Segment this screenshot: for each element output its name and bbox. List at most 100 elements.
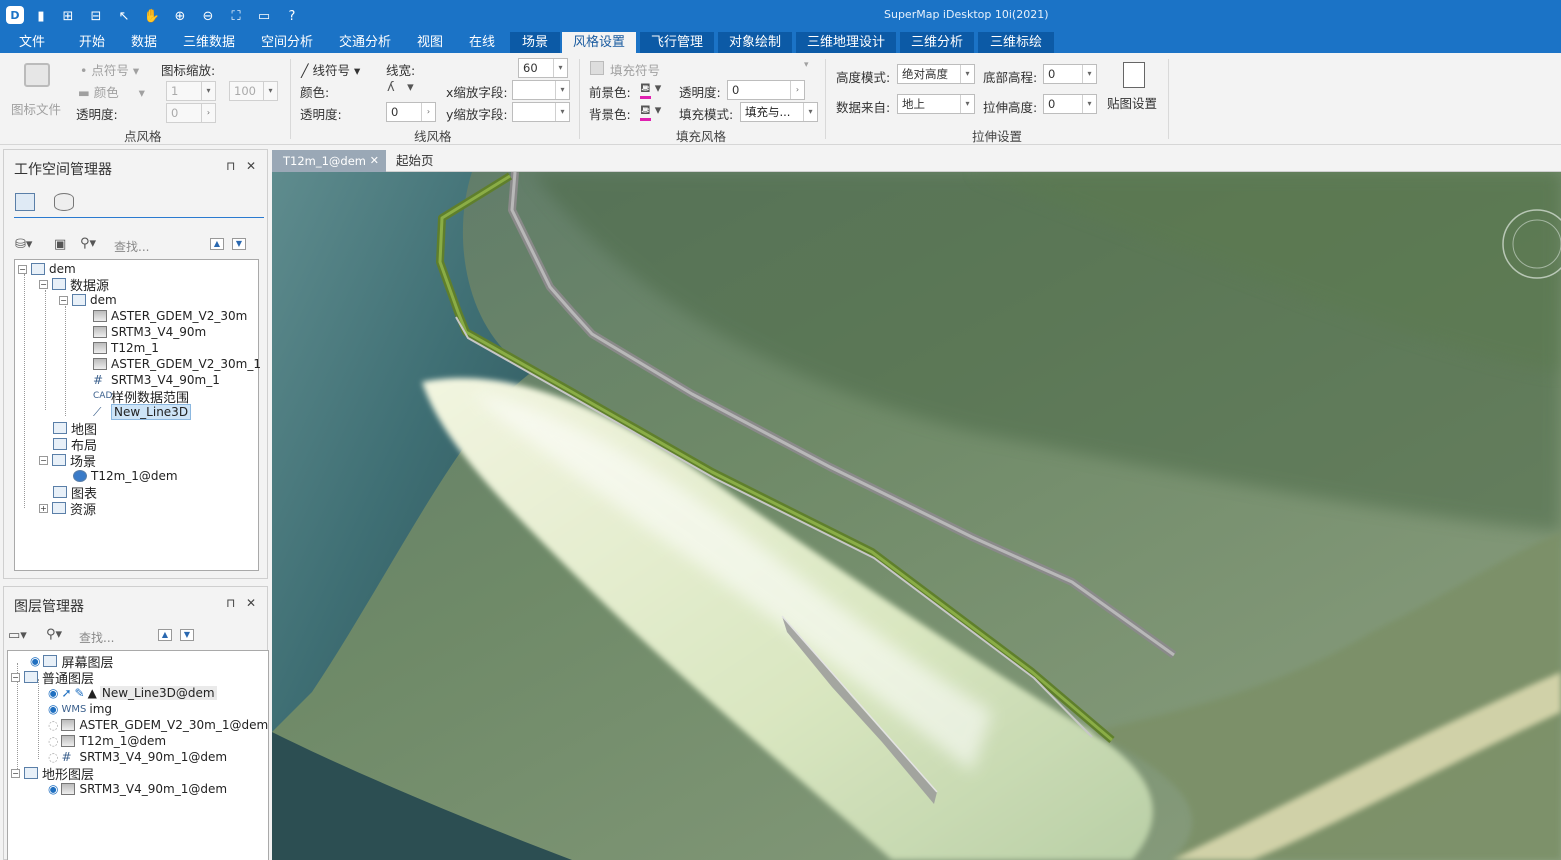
layer-item-img[interactable]: ◉ WMS img — [48, 701, 112, 717]
tree-dataset[interactable]: CAD 样例数据范围 — [93, 388, 189, 406]
layer-item-new-line3d[interactable]: ◉ ➚ ✎ ▲ New_Line3D@dem — [48, 685, 217, 701]
layer-group-terrain[interactable]: − 地形图层 — [11, 765, 94, 783]
visible-eye-icon[interactable]: ◉ — [30, 654, 40, 668]
fill-mode-select[interactable]: 填充与... ▾ — [740, 102, 818, 122]
pan-hand-icon[interactable]: ✋ — [141, 6, 163, 26]
tree-root-workspace[interactable]: − dem — [18, 261, 76, 277]
extrude-height-input[interactable]: 0 ▾ — [1043, 94, 1097, 114]
select-arrow-icon[interactable]: ↖ — [113, 6, 135, 26]
line-width-input[interactable]: 60 ▾ — [518, 58, 568, 78]
data-source-select[interactable]: 地上 ▾ — [897, 94, 975, 114]
zoom-in-icon[interactable]: ⊕ — [169, 6, 191, 26]
search-next-icon[interactable]: ▼ — [232, 238, 246, 250]
layer-item[interactable]: ◌ ASTER_GDEM_V2_30m_1@dem — [48, 717, 268, 733]
save-workspace-icon[interactable]: ▣ — [54, 237, 66, 252]
tree-dataset-new-line3d[interactable]: ⟋ New_Line3D — [93, 404, 192, 420]
texture-settings-button[interactable]: 贴图设置 — [1104, 59, 1164, 115]
icon-scale-max-input[interactable]: 100 ▾ — [229, 81, 278, 101]
tab-3d-data[interactable]: 三维数据 — [174, 32, 244, 53]
tab-spatial-analysis[interactable]: 空间分析 — [252, 32, 322, 53]
search-prev-icon[interactable]: ▲ — [158, 629, 172, 641]
editable-pencil-icon[interactable]: ✎ — [75, 686, 85, 700]
save-icon[interactable]: ▮ — [30, 6, 52, 26]
tab-3d-analysis[interactable]: 三维分析 — [900, 32, 974, 53]
layer-item[interactable]: ◌ T12m_1@dem — [48, 733, 166, 749]
full-extent-icon[interactable]: ⛶ — [225, 6, 247, 26]
tab-data[interactable]: 数据 — [120, 32, 168, 53]
point-symbol-dropdown[interactable]: • 点符号 ▾ — [80, 60, 139, 79]
help-icon[interactable]: ? — [281, 6, 303, 26]
tab-scene[interactable]: 场景 — [510, 32, 560, 53]
tab-start[interactable]: 开始 — [68, 32, 116, 53]
raster-layer-icon — [61, 719, 76, 731]
tab-style-settings[interactable]: 风格设置 — [562, 32, 636, 53]
height-mode-select[interactable]: 绝对高度 ▾ — [897, 64, 975, 84]
online-workspace-tab-icon[interactable] — [54, 193, 74, 211]
tree-dataset[interactable]: ASTER_GDEM_V2_30m — [93, 308, 247, 324]
line-transparency-input[interactable]: 0 › — [386, 102, 436, 122]
export-icon[interactable]: ⊟ — [85, 6, 107, 26]
selectable-arrow-icon[interactable]: ➚ — [61, 686, 71, 700]
tab-online[interactable]: 在线 — [458, 32, 506, 53]
import-icon[interactable]: ⊞ — [57, 6, 79, 26]
scene-3d-view[interactable] — [272, 172, 1561, 860]
tab-3d-plotting[interactable]: 三维标绘 — [978, 32, 1054, 53]
zoom-out-icon[interactable]: ⊖ — [197, 6, 219, 26]
fg-color-picker[interactable]: ⛾ ▾ — [640, 81, 661, 99]
hidden-eye-icon[interactable]: ◌ — [48, 718, 58, 732]
x-scale-field-select[interactable]: ▾ — [512, 80, 570, 100]
search-next-icon[interactable]: ▼ — [180, 629, 194, 641]
line-color-picker[interactable]: ʎ ▾ — [387, 80, 414, 95]
fill-symbol-checkbox[interactable] — [590, 61, 604, 75]
tab-scene-document[interactable]: T12m_1@dem ✕ — [272, 150, 386, 172]
search-icon[interactable]: ⚲▾ — [46, 627, 62, 642]
icon-scale-input[interactable]: 1 ▾ — [166, 81, 216, 101]
point-transparency-input[interactable]: 0 › — [166, 103, 216, 123]
close-tab-icon[interactable]: ✕ — [370, 150, 379, 172]
tree-dataset[interactable]: T12m_1 — [93, 340, 159, 356]
hidden-eye-icon[interactable]: ◌ — [48, 734, 58, 748]
fill-symbol-arrow-icon[interactable]: ▾ — [804, 60, 809, 70]
pin-icon[interactable]: ⊓ — [226, 159, 235, 173]
search-prev-icon[interactable]: ▲ — [210, 238, 224, 250]
visible-eye-icon[interactable]: ◉ — [48, 782, 58, 796]
workspace-search-input[interactable]: 查找... — [114, 238, 149, 255]
layer-search-input[interactable]: 查找... — [79, 629, 114, 646]
visible-eye-icon[interactable]: ◉ — [48, 702, 58, 716]
tab-3d-geodesign[interactable]: 三维地理设计 — [796, 32, 896, 53]
search-icon[interactable]: ⚲▾ — [80, 236, 96, 251]
app-logo-icon[interactable]: D — [6, 6, 24, 24]
tree-dataset[interactable]: ASTER_GDEM_V2_30m_1 — [93, 356, 261, 372]
visible-eye-icon[interactable]: ◉ — [48, 686, 58, 700]
open-workspace-dropdown-icon[interactable]: ⛁▾ — [15, 237, 32, 252]
point-color-dropdown[interactable]: ▬ 颜色 ▾ — [78, 82, 145, 101]
tab-object-draw[interactable]: 对象绘制 — [718, 32, 792, 53]
tree-dataset[interactable]: SRTM3_V4_90m — [93, 324, 206, 340]
tab-start-page[interactable]: 起始页 — [396, 150, 434, 172]
add-layer-dropdown-icon[interactable]: ▭▾ — [8, 628, 27, 643]
base-height-input[interactable]: 0 ▾ — [1043, 64, 1097, 84]
tab-file[interactable]: 文件 — [8, 32, 56, 53]
layer-group-normal[interactable]: − 普通图层 — [11, 669, 94, 687]
tab-view[interactable]: 视图 — [406, 32, 454, 53]
close-icon[interactable]: ✕ — [246, 159, 256, 173]
close-icon[interactable]: ✕ — [246, 596, 256, 610]
tab-traffic-analysis[interactable]: 交通分析 — [330, 32, 400, 53]
icon-file-button[interactable]: 图标文件 — [8, 59, 66, 119]
open-folder-icon[interactable]: ▭ — [253, 6, 275, 26]
hidden-eye-icon[interactable]: ◌ — [48, 750, 58, 764]
pin-icon[interactable]: ⊓ — [226, 596, 235, 610]
layer-item-terrain[interactable]: ◉ SRTM3_V4_90m_1@dem — [48, 781, 227, 797]
line-symbol-dropdown[interactable]: ╱ 线符号 ▾ — [301, 60, 360, 79]
tree-datasource-dem[interactable]: − dem — [59, 292, 117, 308]
tree-datasources[interactable]: − 数据源 — [39, 276, 109, 294]
fill-transparency-input[interactable]: 0 › — [727, 80, 805, 100]
workspace-tab-icon[interactable] — [15, 193, 35, 211]
bg-color-picker[interactable]: ⛾ ▾ — [640, 103, 661, 121]
tab-flight[interactable]: 飞行管理 — [640, 32, 714, 53]
tree-resources[interactable]: + 资源 — [39, 500, 96, 518]
tree-scenes[interactable]: − 场景 — [39, 452, 96, 470]
layer-manager-panel: 图层管理器 ⊓ ✕ ▭▾ ⚲▾ 查找... ▲ ▼ ◉ 屏幕图层 − 普通图层 ◉ ➚… — [3, 586, 269, 860]
y-scale-field-select[interactable]: ▾ — [512, 102, 570, 122]
line3d-dataset-icon: ⟋ — [93, 405, 102, 419]
